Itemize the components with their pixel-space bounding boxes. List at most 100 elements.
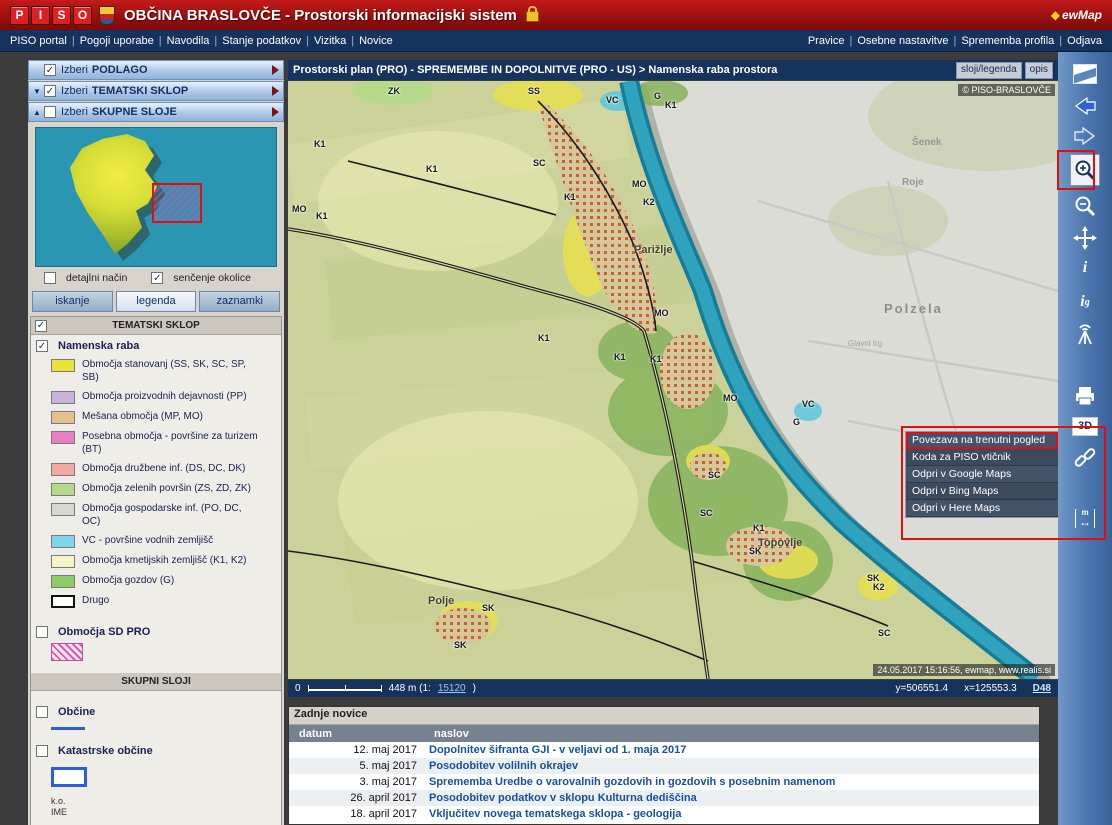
legend-label: Območja kmetijskih zemljišč (K1, K2) [82, 554, 260, 568]
place-label: Roje [902, 177, 924, 188]
zone-label: K1 [564, 192, 576, 202]
menu-link-3[interactable]: Navodila [167, 35, 210, 47]
zone-label: G [654, 91, 661, 101]
popup-item-2[interactable]: Koda za PISO vtičnik [906, 449, 1058, 466]
menu-right: Pravice|Osebne nastavitve|Sprememba prof… [808, 35, 1102, 47]
info-icon[interactable]: i [1070, 254, 1100, 282]
legend-swatch [51, 535, 75, 548]
info-group-icon[interactable]: ig [1070, 288, 1100, 316]
lock-icon [526, 11, 539, 22]
zone-label: K1 [426, 164, 438, 174]
overview-option[interactable]: ✓ senčenje okolice [151, 272, 251, 284]
legend-swatch [51, 391, 75, 404]
datum-link[interactable]: D48 [1033, 683, 1051, 694]
popup-item-3[interactable]: Odpri v Google Maps [906, 466, 1058, 483]
zone-label: VC [606, 95, 619, 105]
panel-checkbox[interactable]: ✓ [44, 64, 56, 76]
news-link[interactable]: Dopolnitev šifranta GJI - v veljavi od 1… [429, 744, 1039, 756]
katastrske-label: Katastrske občine [58, 745, 153, 757]
overview-extent-rect[interactable] [152, 183, 202, 223]
menu-link-2[interactable]: Pogoji uporabe [80, 35, 154, 47]
sidebar-panel-tematski-sklop[interactable]: ▼ ✓ Izberi TEMATSKI SKLOP [28, 81, 284, 101]
menu-link-right-3[interactable]: Sprememba profila [961, 35, 1054, 47]
obcine-checkbox[interactable] [36, 706, 48, 718]
sidebar-panel-podlago[interactable]: ✓ Izberi PODLAGO [28, 60, 284, 80]
news-col-naslov: naslov [429, 728, 1039, 740]
zone-label: ZK [388, 86, 400, 96]
legend-label: Območja družbene inf. (DS, DC, DK) [82, 462, 260, 476]
gps-icon[interactable] [1070, 320, 1100, 348]
popup-item-5[interactable]: Odpri v Here Maps [906, 500, 1058, 517]
menu-separator: | [214, 35, 217, 47]
3d-view-icon[interactable]: 3D [1070, 412, 1100, 440]
sd-pro-checkbox[interactable] [36, 626, 48, 638]
panel-name: PODLAGO [92, 64, 272, 76]
share-link-icon[interactable] [1070, 444, 1100, 472]
panel-prefix: Izberi [61, 106, 88, 118]
sd-pro-swatch [51, 643, 83, 661]
zone-label: MO [632, 179, 647, 189]
panel-open-arrow-icon[interactable] [272, 86, 279, 96]
panel-checkbox[interactable]: ✓ [44, 85, 56, 97]
map-copyright: © PISO-BRASLOVČE [958, 84, 1055, 96]
news-date: 26. april 2017 [289, 792, 429, 804]
zoom-in-icon[interactable] [1070, 154, 1100, 186]
zone-label: SK [482, 603, 495, 613]
popup-item-4[interactable]: Odpri v Bing Maps [906, 483, 1058, 500]
zone-label: K1 [316, 211, 328, 221]
tematski-checkbox[interactable]: ✓ [35, 320, 47, 332]
option-checkbox[interactable] [44, 272, 56, 284]
place-label: Glavni trg [848, 339, 882, 348]
panel-open-arrow-icon[interactable] [272, 107, 279, 117]
option-checkbox[interactable]: ✓ [151, 272, 163, 284]
next-view-icon[interactable] [1070, 122, 1100, 150]
zoom-out-icon[interactable] [1070, 192, 1100, 220]
print-icon[interactable] [1070, 382, 1100, 410]
previous-view-icon[interactable] [1070, 92, 1100, 120]
news-link[interactable]: Posodobitev podatkov v sklopu Kulturna d… [429, 792, 1039, 804]
news-link[interactable]: Sprememba Uredbe o varovalnih gozdovih i… [429, 776, 1039, 788]
menu-link-right-2[interactable]: Osebne nastavitve [857, 35, 948, 47]
zone-label: MO [723, 393, 738, 403]
overview-option[interactable]: detajlni način [44, 272, 127, 284]
news-link[interactable]: Posodobitev volilnih okrajev [429, 760, 1039, 772]
tab-legenda[interactable]: legenda [116, 291, 197, 312]
scale-close: ) [473, 683, 476, 694]
sidebar-panel-skupne-sloje[interactable]: ▲ Izberi SKUPNE SLOJE [28, 102, 284, 122]
app-header: PISO OBČINA BRASLOVČE - Prostorski infor… [0, 0, 1112, 30]
panel-open-arrow-icon[interactable] [272, 65, 279, 75]
panel-expander-icon[interactable]: ▲ [33, 108, 44, 117]
tab-zaznamki[interactable]: zaznamki [199, 291, 280, 312]
scalebar [308, 685, 382, 692]
menu-link-1[interactable]: PISO portal [10, 35, 67, 47]
tematski-sklop-header: ✓ TEMATSKI SKLOP [31, 317, 281, 335]
overview-map[interactable] [35, 127, 277, 267]
pan-icon[interactable] [1070, 224, 1100, 252]
map-viewport[interactable]: ZKSSVCGK1K1K1SCMOK1K2MOK1MOK1K1K1MOVCGSC… [288, 81, 1058, 679]
full-extent-icon[interactable] [1070, 60, 1100, 88]
menu-link-4[interactable]: Stanje podatkov [222, 35, 301, 47]
popup-item-1[interactable]: Povezava na trenutni pogled [906, 432, 1058, 449]
namenska-raba-checkbox[interactable]: ✓ [36, 340, 48, 352]
news-col-datum: datum [289, 728, 429, 740]
legend-item: Drugo [31, 591, 281, 611]
zone-label: K2 [873, 582, 885, 592]
panel-expander-icon[interactable]: ▼ [33, 87, 44, 96]
measure-icon[interactable]: m↔ [1070, 504, 1100, 532]
menu-link-right-4[interactable]: Odjava [1067, 35, 1102, 47]
legend-item: Mešana območja (MP, MO) [31, 407, 281, 427]
news-row: 3. maj 2017 Sprememba Uredbe o varovalni… [289, 774, 1039, 790]
panel-checkbox[interactable] [44, 106, 56, 118]
menu-link-right-1[interactable]: Pravice [808, 35, 845, 47]
menu-separator: | [351, 35, 354, 47]
katastrske-checkbox[interactable] [36, 745, 48, 757]
opis-button[interactable]: opis [1025, 62, 1053, 79]
map-labels: ZKSSVCGK1K1K1SCMOK1K2MOK1MOK1K1K1MOVCGSC… [288, 81, 1058, 679]
sloji-legenda-button[interactable]: sloji/legenda [956, 62, 1022, 79]
tab-iskanje[interactable]: iskanje [32, 291, 113, 312]
scale-link[interactable]: 15120 [438, 683, 466, 694]
menu-link-6[interactable]: Novice [359, 35, 393, 47]
news-link[interactable]: Vključitev novega tematskega sklopa - ge… [429, 808, 1039, 820]
obcine-row: Občine [31, 701, 281, 720]
menu-link-5[interactable]: Vizitka [314, 35, 346, 47]
